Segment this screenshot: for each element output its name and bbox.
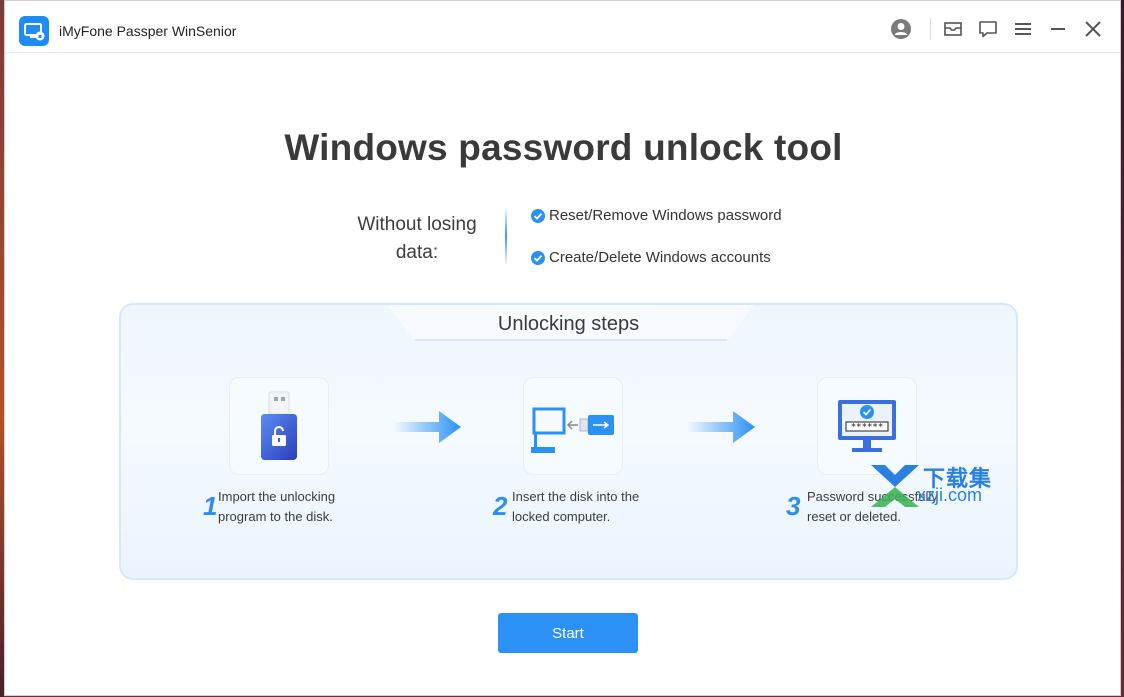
minimize-icon — [1051, 28, 1065, 30]
close-icon — [1085, 21, 1101, 37]
step-arrow-icon — [687, 407, 757, 452]
computer-usb-icon — [531, 407, 614, 453]
feature-label: Reset/Remove Windows password — [549, 207, 782, 224]
step-text-line: program to the disk. — [218, 509, 333, 524]
monitor-password-icon: ****** — [838, 400, 896, 452]
menu-icon — [1015, 23, 1031, 35]
step-arrow-icon — [393, 407, 463, 452]
account-icon — [891, 19, 911, 39]
step-3-number: 3 — [786, 491, 801, 521]
without-losing-data-label: Without losing data: — [357, 214, 477, 263]
title-bar: iMyFone Passper WinSenior — [5, 1, 1120, 53]
mail-icon — [944, 22, 962, 36]
feature-label: Create/Delete Windows accounts — [549, 249, 771, 266]
step-text-line: Insert the disk into the — [512, 489, 640, 504]
usb-lock-icon — [261, 391, 297, 460]
step-1-number: 1 — [203, 491, 218, 521]
feature-divider — [505, 206, 507, 266]
app-window: iMyFone Passper WinSenior Windows passwo… — [4, 0, 1121, 696]
step-text-line: locked computer. — [512, 509, 611, 524]
start-button[interactable]: Start — [498, 613, 638, 653]
step-2-text: Insert the disk into the locked computer… — [512, 487, 652, 527]
check-icon — [531, 208, 545, 223]
check-icon — [531, 250, 545, 265]
watermark-logo-icon — [871, 465, 919, 507]
step-2-number: 2 — [493, 491, 508, 521]
mail-button[interactable] — [941, 17, 965, 41]
app-title: iMyFone Passper WinSenior — [59, 23, 237, 39]
svg-text:******: ****** — [851, 423, 884, 433]
feature-item: Reset/Remove Windows password — [531, 207, 782, 224]
watermark: 下载集 xzji.com — [865, 461, 1005, 511]
app-logo-icon — [19, 16, 49, 46]
menu-button[interactable] — [1011, 17, 1035, 41]
feedback-button[interactable] — [976, 17, 1000, 41]
step-1-text: Import the unlocking program to the disk… — [218, 487, 358, 527]
feedback-icon — [979, 21, 997, 38]
close-button[interactable] — [1081, 17, 1105, 41]
page-title: Windows password unlock tool — [284, 127, 843, 168]
steps-title: Unlocking steps — [497, 313, 640, 335]
step-text-line: Import the unlocking — [218, 489, 336, 504]
feature-item: Create/Delete Windows accounts — [531, 249, 771, 266]
minimize-button[interactable] — [1046, 17, 1070, 41]
step-1-card — [229, 377, 329, 475]
step-2-card — [523, 377, 623, 475]
unlocking-steps-panel: Unlocking steps ****** 1 Import the unlo… — [119, 303, 1018, 580]
titlebar-divider — [930, 18, 931, 40]
account-button[interactable] — [889, 17, 913, 41]
watermark-url: xzji.com — [917, 485, 983, 505]
